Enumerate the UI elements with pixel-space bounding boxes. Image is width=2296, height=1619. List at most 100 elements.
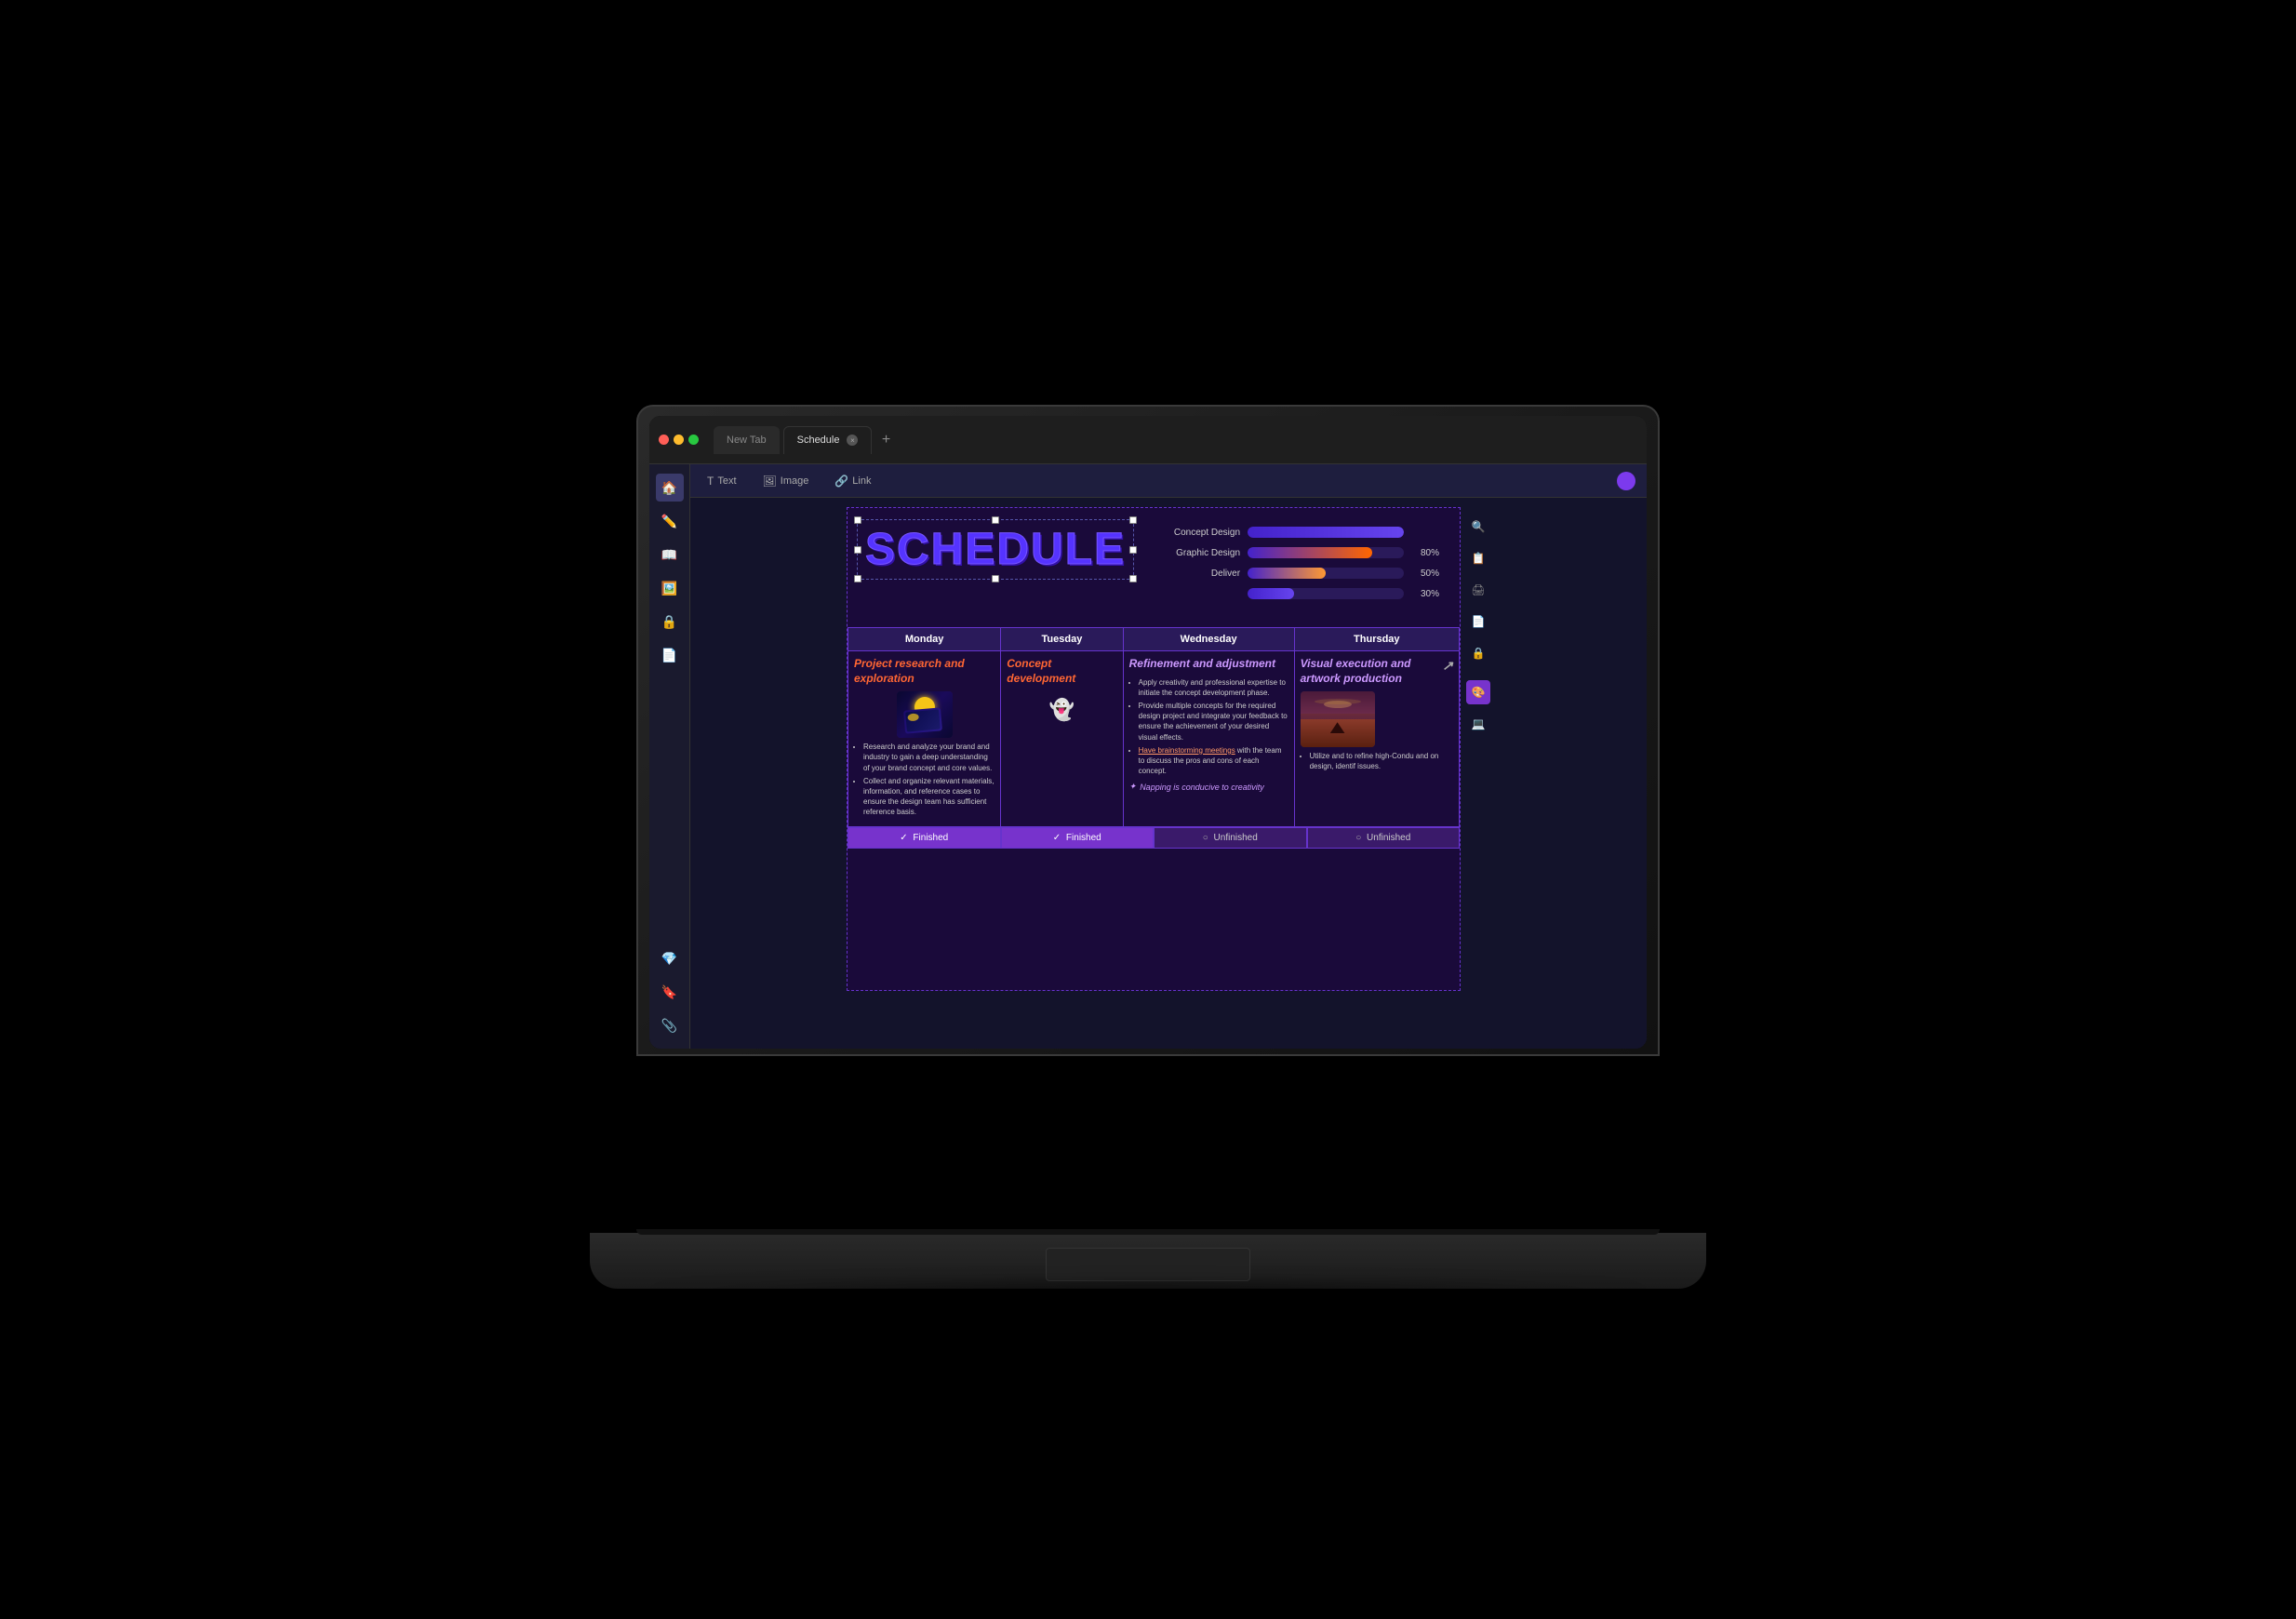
user-avatar xyxy=(1617,472,1635,490)
image-tool-button[interactable]: 🖼 Image xyxy=(757,472,815,490)
laptop-lid: New Tab Schedule × + xyxy=(636,405,1660,1056)
tuesday-cell: Concept development 👻 xyxy=(1001,651,1123,827)
progress-fill-graphic xyxy=(1248,547,1372,558)
progress-section: Concept Design Graphic Design xyxy=(1145,519,1450,616)
tuesday-ghost-icon: 👻 xyxy=(1043,691,1080,729)
new-tab-button[interactable]: + xyxy=(875,430,896,450)
close-button[interactable] xyxy=(659,435,669,445)
monday-title: Project research and exploration xyxy=(854,657,994,686)
arrow-icon: ↗ xyxy=(1442,657,1453,674)
sidebar-book-icon[interactable]: 📖 xyxy=(656,541,684,569)
toolbar: T Text 🖼 Image 🔗 Link xyxy=(690,464,1647,498)
wednesday-bullet-2: Provide multiple concepts for the requir… xyxy=(1139,701,1288,743)
thursday-title: Visual execution and artwork production xyxy=(1301,657,1439,686)
sidebar-edit-icon[interactable]: ✏️ xyxy=(656,507,684,535)
thursday-cell: Visual execution and artwork production … xyxy=(1294,651,1459,827)
progress-fill-extra xyxy=(1248,588,1294,599)
selection-handle-mr xyxy=(1129,546,1137,554)
canvas-icon-2[interactable]: 🖨 xyxy=(1466,578,1490,602)
selection-handle-bm xyxy=(992,575,999,582)
app-content: 🏠 ✏️ 📖 🖼️ 🔒 📄 💎 🔖 📎 T xyxy=(649,464,1647,1049)
progress-label-graphic: Graphic Design xyxy=(1156,548,1240,558)
thursday-bullet-1: Utilize and to refine high-Condu and on … xyxy=(1310,751,1453,771)
wednesday-note: ✦ Napping is conducive to creativity xyxy=(1129,782,1288,792)
col-wednesday: Wednesday xyxy=(1123,628,1294,651)
editor-area: T Text 🖼 Image 🔗 Link xyxy=(690,464,1647,1049)
thursday-status: ○ Unfinished xyxy=(1307,827,1461,849)
monday-image xyxy=(897,691,953,738)
selection-handle-bl xyxy=(854,575,861,582)
selection-handle-tr xyxy=(1129,516,1137,524)
tab-new-tab[interactable]: New Tab xyxy=(714,426,780,454)
schedule-canvas: SCHEDULE Concept Design xyxy=(847,507,1461,991)
tuesday-check-icon: ✓ xyxy=(1053,833,1061,843)
monday-status: ✓ Finished xyxy=(848,827,1001,849)
progress-bar-graphic-bg xyxy=(1248,547,1404,558)
progress-pct-graphic: 80% xyxy=(1411,548,1439,558)
sidebar-lock-icon[interactable]: 🔒 xyxy=(656,608,684,636)
progress-row-deliver: Deliver 50% xyxy=(1156,568,1439,579)
maximize-button[interactable] xyxy=(688,435,699,445)
screen-bezel: New Tab Schedule × + xyxy=(649,416,1647,1049)
sidebar-bottom-icon1[interactable]: 💎 xyxy=(656,944,684,972)
thursday-bullets: Utilize and to refine high-Condu and on … xyxy=(1301,751,1453,771)
wednesday-title: Refinement and adjustment xyxy=(1129,657,1288,672)
tab-schedule[interactable]: Schedule × xyxy=(783,426,873,454)
days-table: Monday Tuesday Wednesday Thursday xyxy=(848,627,1460,827)
progress-pct-extra: 30% xyxy=(1411,589,1439,599)
col-thursday: Thursday xyxy=(1294,628,1459,651)
status-row: ✓ Finished ✓ Finished ○ Unfinished xyxy=(848,827,1460,849)
thursday-image xyxy=(1301,691,1375,747)
tuesday-status: ✓ Finished xyxy=(1001,827,1155,849)
selection-handle-ml xyxy=(854,546,861,554)
laptop-frame: New Tab Schedule × + xyxy=(497,405,1799,1289)
wednesday-status: ○ Unfinished xyxy=(1154,827,1307,849)
selection-handle-tm xyxy=(992,516,999,524)
zoom-icon[interactable]: 🔍 xyxy=(1466,515,1490,539)
tuesday-title: Concept development xyxy=(1007,657,1116,686)
star-icon: ✦ xyxy=(1129,782,1137,792)
wednesday-bullet-3: Have brainstorming meetings with the tea… xyxy=(1139,745,1288,777)
image-tool-icon: 🖼 xyxy=(763,475,777,488)
canvas-icon-4[interactable]: 🔒 xyxy=(1466,641,1490,665)
canvas-icon-5[interactable]: 💻 xyxy=(1466,712,1490,736)
thursday-title-row: Visual execution and artwork production … xyxy=(1301,657,1453,686)
progress-row-concept: Concept Design xyxy=(1156,527,1439,538)
col-tuesday: Tuesday xyxy=(1001,628,1123,651)
wednesday-cell: Refinement and adjustment Apply creativi… xyxy=(1123,651,1294,827)
wednesday-link[interactable]: Have brainstorming meetings xyxy=(1139,746,1235,755)
left-sidebar: 🏠 ✏️ 📖 🖼️ 🔒 📄 💎 🔖 📎 xyxy=(649,464,690,1049)
laptop-trackpad[interactable] xyxy=(1046,1248,1250,1281)
progress-fill-deliver xyxy=(1248,568,1326,579)
wednesday-bullets: Apply creativity and professional expert… xyxy=(1129,677,1288,777)
link-tool-icon: 🔗 xyxy=(834,475,848,488)
col-monday: Monday xyxy=(848,628,1001,651)
sidebar-bookmark-icon[interactable]: 🔖 xyxy=(656,978,684,1006)
progress-bar-extra-bg xyxy=(1248,588,1404,599)
monday-cell: Project research and exploration xyxy=(848,651,1001,827)
schedule-title: SCHEDULE xyxy=(865,524,1126,575)
minimize-button[interactable] xyxy=(674,435,684,445)
monday-bullet-1: Research and analyze your brand and indu… xyxy=(863,742,994,773)
laptop-shadow xyxy=(636,1279,1660,1307)
canvas-area[interactable]: SCHEDULE Concept Design xyxy=(690,498,1647,1049)
progress-row-graphic: Graphic Design 80% xyxy=(1156,547,1439,558)
progress-pct-deliver: 50% xyxy=(1411,569,1439,579)
sidebar-paperclip-icon[interactable]: 📎 xyxy=(656,1011,684,1039)
progress-fill-concept xyxy=(1248,527,1404,538)
canvas-icon-1[interactable]: 📋 xyxy=(1466,546,1490,570)
tab-close-btn[interactable]: × xyxy=(847,435,858,446)
monday-check-icon: ✓ xyxy=(900,833,907,843)
sidebar-page-icon[interactable]: 📄 xyxy=(656,641,684,669)
link-tool-button[interactable]: 🔗 Link xyxy=(829,472,876,490)
sidebar-image-icon[interactable]: 🖼️ xyxy=(656,574,684,602)
browser-chrome: New Tab Schedule × + xyxy=(649,416,1647,464)
schedule-header: SCHEDULE Concept Design xyxy=(848,508,1460,623)
progress-label-concept: Concept Design xyxy=(1156,528,1240,538)
wednesday-circle-icon: ○ xyxy=(1203,833,1208,843)
canvas-accent-icon[interactable]: 🎨 xyxy=(1466,680,1490,704)
progress-label-deliver: Deliver xyxy=(1156,569,1240,579)
canvas-icon-3[interactable]: 📄 xyxy=(1466,609,1490,634)
text-tool-button[interactable]: T Text xyxy=(701,472,742,490)
sidebar-home-icon[interactable]: 🏠 xyxy=(656,474,684,502)
